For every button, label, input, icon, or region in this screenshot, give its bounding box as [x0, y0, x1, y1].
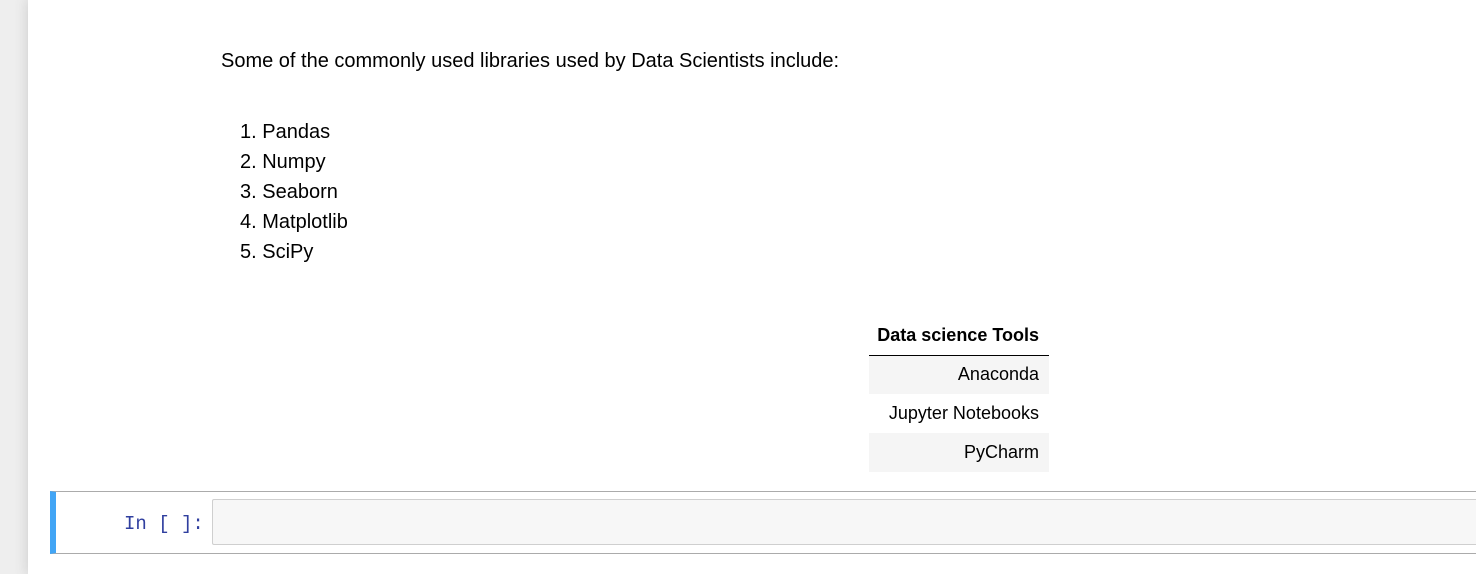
list-item: 2. Numpy: [240, 151, 326, 173]
list-item: 1. Pandas: [240, 121, 331, 143]
libraries-list: 1. Pandas 2. Numpy 3. Seaborn 4. Matplot…: [240, 117, 348, 267]
table-cell: PyCharm: [869, 433, 1049, 472]
code-cell-selected[interactable]: In [ ]:: [50, 491, 1476, 554]
table-row: Anaconda: [869, 355, 1049, 394]
code-input-area[interactable]: [212, 499, 1476, 545]
list-item: 4. Matplotlib: [240, 211, 348, 233]
input-prompt: In [ ]:: [124, 513, 204, 535]
list-item: 3. Seaborn: [240, 181, 338, 203]
libraries-intro-text: Some of the commonly used libraries used…: [221, 50, 840, 72]
table-row: Jupyter Notebooks: [869, 394, 1049, 433]
table-header-row: Data science Tools: [869, 316, 1049, 356]
notebook-page: Some of the commonly used libraries used…: [28, 0, 1476, 574]
data-science-tools-table: Data science Tools Anaconda Jupyter Note…: [869, 316, 1049, 472]
table-header-cell: Data science Tools: [869, 316, 1049, 356]
table-cell: Jupyter Notebooks: [888, 403, 1039, 423]
table-row: PyCharm: [869, 433, 1049, 472]
markdown-cell[interactable]: Some of the commonly used libraries used…: [28, 0, 1476, 490]
table-cell: Anaconda: [869, 355, 1049, 394]
list-item: 5. SciPy: [240, 241, 314, 263]
